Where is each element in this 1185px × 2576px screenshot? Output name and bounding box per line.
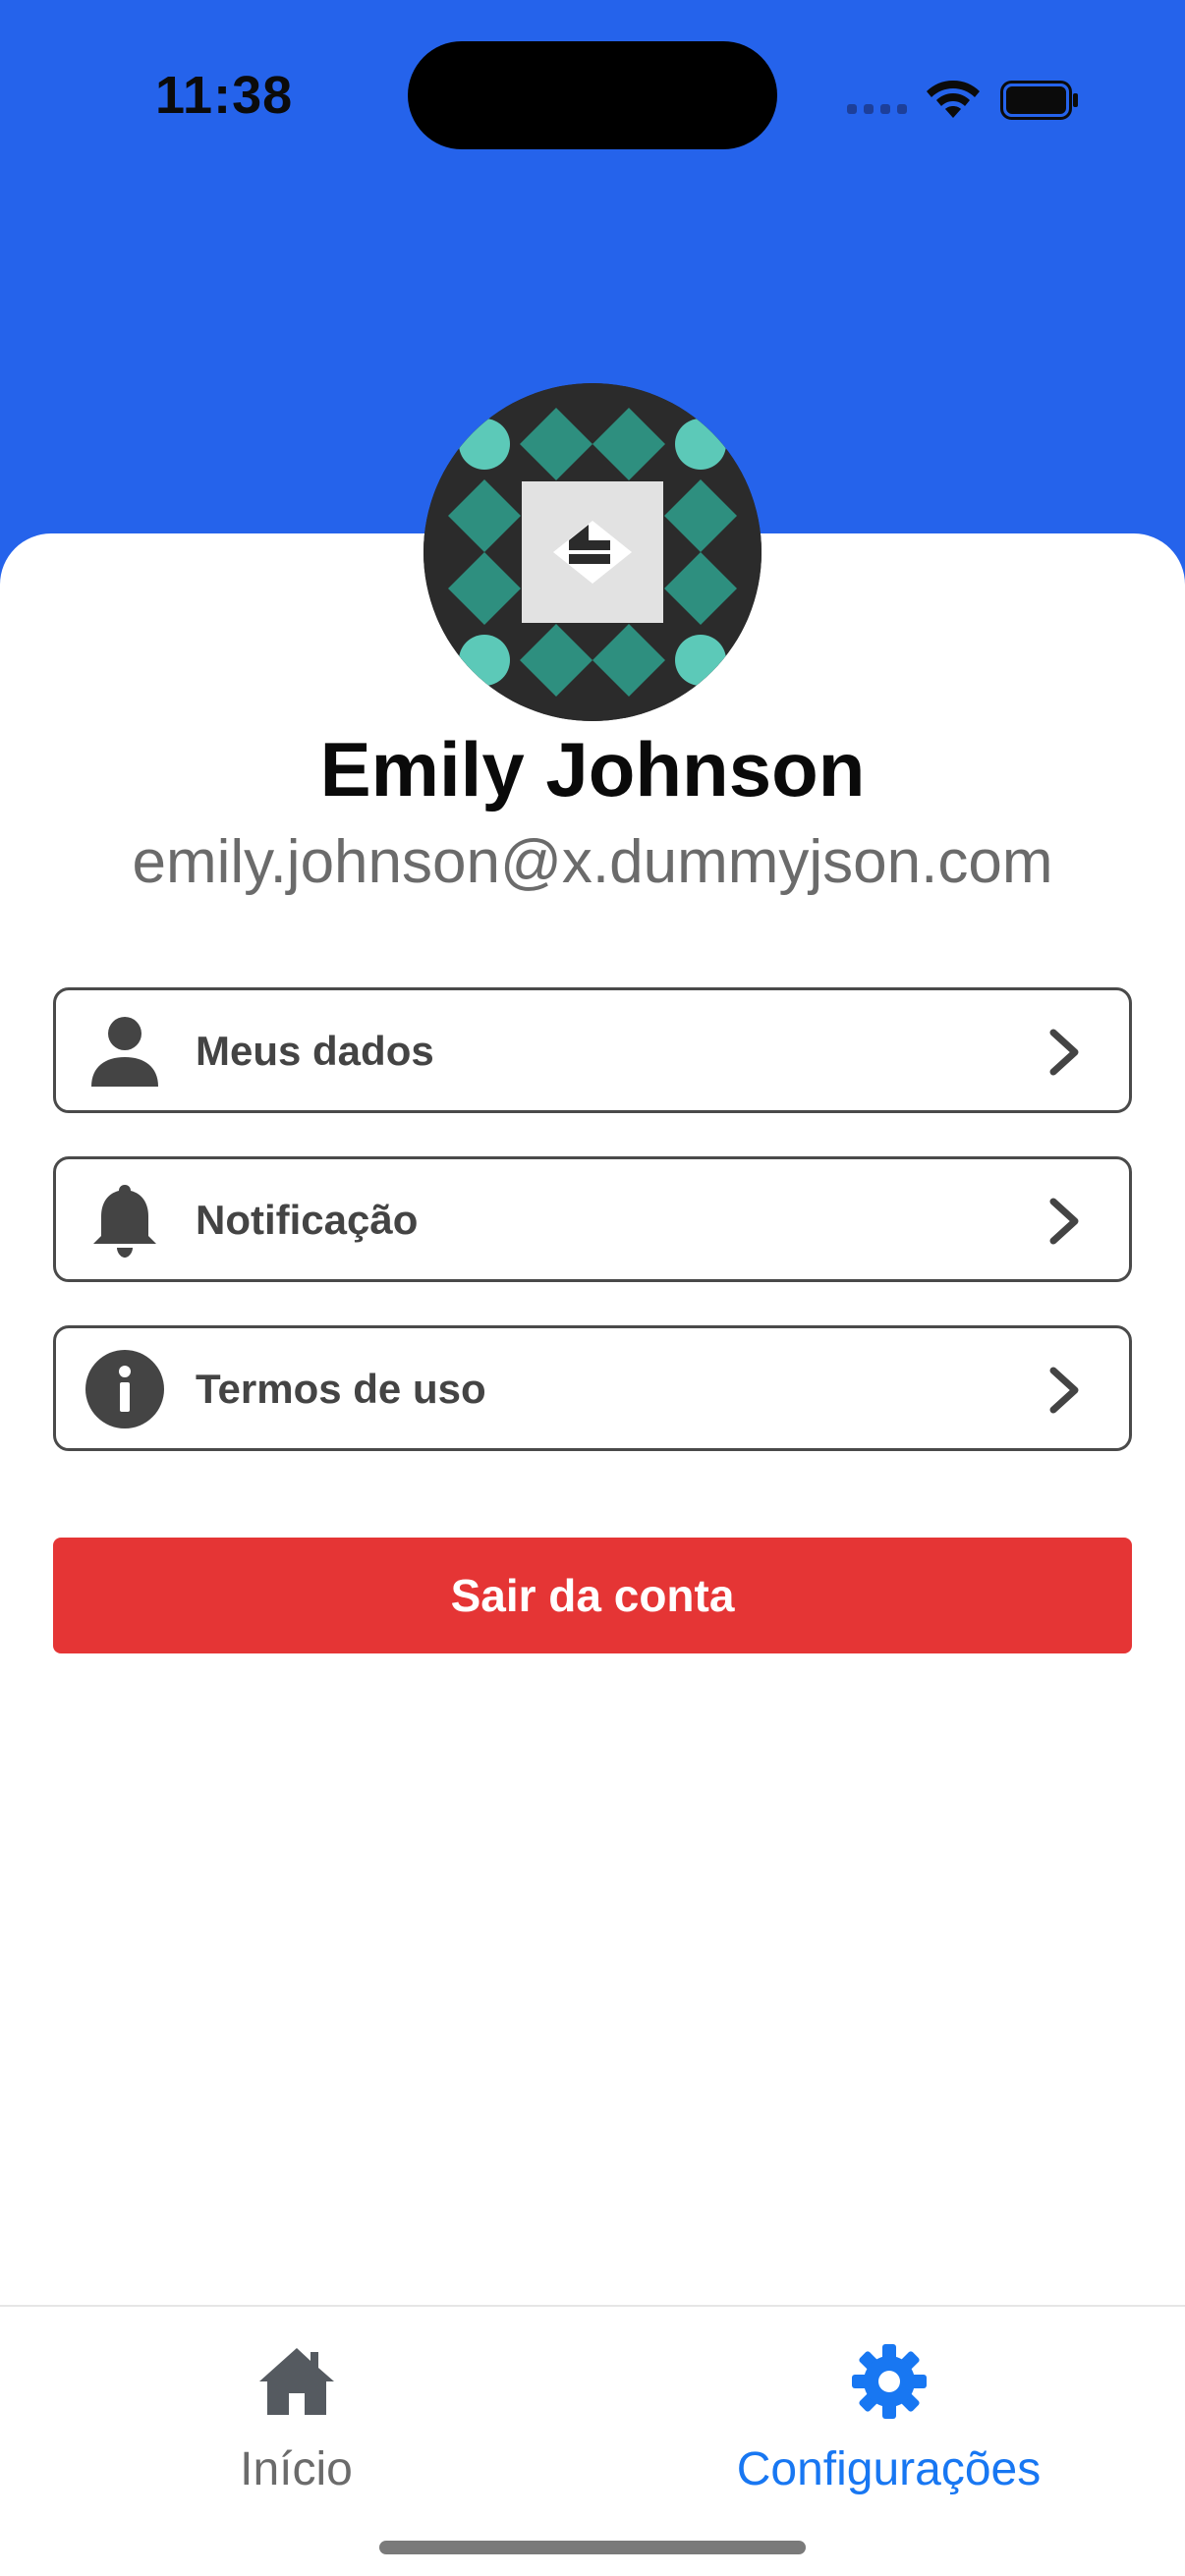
bell-icon xyxy=(93,1185,156,1258)
wifi-icon xyxy=(927,81,980,118)
chevron-right-icon xyxy=(1049,1367,1079,1414)
avatar-identicon-image xyxy=(423,383,762,721)
menu-item-label: Meus dados xyxy=(196,1028,434,1074)
chevron-right-icon xyxy=(1049,1029,1079,1076)
battery-icon xyxy=(1000,81,1078,120)
person-icon xyxy=(91,1017,158,1087)
menu-item-meus-dados[interactable]: Meus dados xyxy=(53,987,1132,1113)
tab-inicio[interactable]: Início xyxy=(0,2342,592,2499)
menu-item-termos-de-uso[interactable]: Termos de uso xyxy=(53,1325,1132,1451)
tab-label: Configurações xyxy=(736,2443,1042,2495)
tab-label: Início xyxy=(240,2443,353,2495)
info-icon xyxy=(85,1350,164,1428)
status-icons xyxy=(847,69,1083,124)
avatar xyxy=(423,383,762,721)
settings-screen: 11:38 Emily Johnson emily.johnson@x.dumm… xyxy=(0,0,1185,2576)
tab-bar: Início Configurações xyxy=(0,2305,1185,2576)
menu-item-label: Notificação xyxy=(196,1197,419,1243)
menu-item-label: Termos de uso xyxy=(196,1366,486,1412)
logout-button[interactable]: Sair da conta xyxy=(53,1538,1132,1653)
status-time: 11:38 xyxy=(155,66,294,125)
user-email: emily.johnson@x.dummyjson.com xyxy=(132,828,1053,896)
tab-configuracoes[interactable]: Configurações xyxy=(592,2342,1185,2499)
user-name: Emily Johnson xyxy=(319,726,866,812)
menu-item-notificacao[interactable]: Notificação xyxy=(53,1156,1132,1282)
gear-icon xyxy=(851,2344,927,2419)
dynamic-island xyxy=(408,41,777,149)
logout-label: Sair da conta xyxy=(450,1570,735,1621)
chevron-right-icon xyxy=(1049,1198,1079,1245)
cellular-signal-icon xyxy=(847,104,908,114)
home-indicator[interactable] xyxy=(379,2541,806,2554)
home-icon xyxy=(258,2348,334,2415)
